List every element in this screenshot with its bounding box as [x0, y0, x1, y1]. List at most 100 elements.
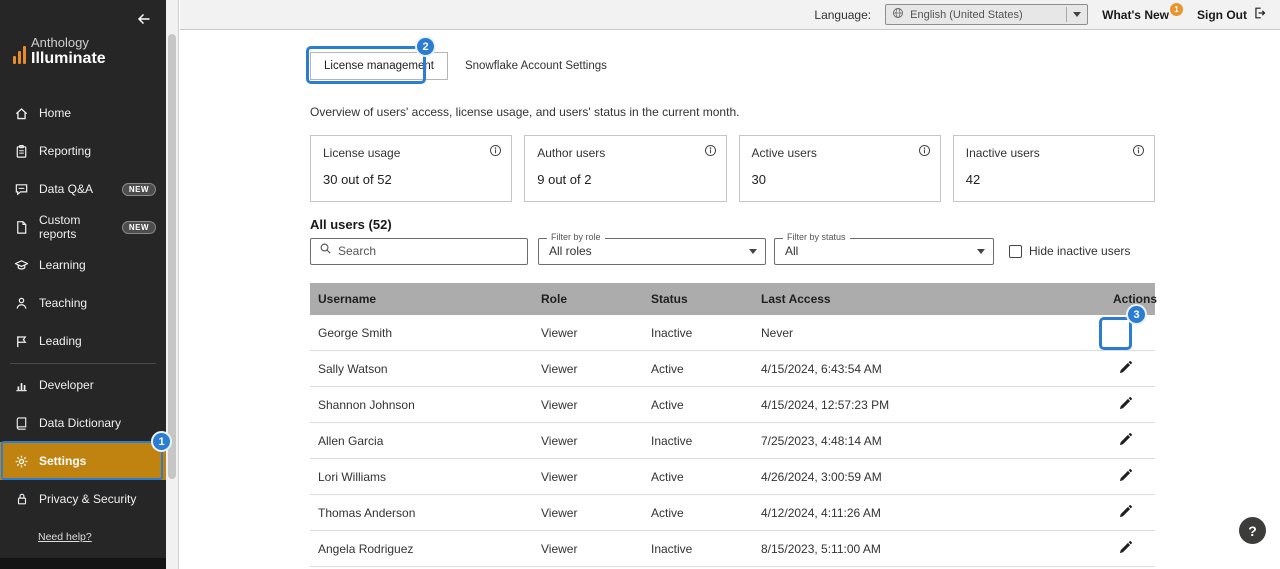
- sidebar-item-data-qa[interactable]: Data Q&A NEW: [0, 170, 166, 208]
- cell-status: Active: [651, 506, 761, 520]
- table-row: Sally Watson Viewer Active 4/15/2024, 6:…: [310, 351, 1155, 387]
- sidebar-item-custom-reports[interactable]: Custom reports NEW: [0, 208, 166, 246]
- help-button[interactable]: ?: [1239, 517, 1266, 544]
- page-description: Overview of users' access, license usage…: [310, 105, 1155, 120]
- card-value: 30 out of 52: [323, 172, 499, 187]
- header-username: Username: [318, 292, 541, 306]
- card-author-users: Author users 9 out of 2: [524, 135, 726, 202]
- sidebar-item-learning[interactable]: Learning: [0, 246, 166, 284]
- language-select[interactable]: English (United States): [885, 4, 1088, 25]
- sidebar: Anthology Illuminate Home Reporting Data…: [0, 0, 166, 569]
- hide-inactive-checkbox[interactable]: [1009, 245, 1022, 258]
- chevron-down-icon: [1073, 12, 1081, 17]
- cell-status: Active: [651, 398, 761, 412]
- pencil-icon: [1118, 504, 1133, 522]
- cell-username: Angela Rodriguez: [318, 542, 541, 556]
- edit-user-button[interactable]: [1113, 393, 1137, 417]
- brand-name: Anthology: [31, 36, 106, 50]
- cell-last-access: Never: [761, 326, 1113, 340]
- cell-role: Viewer: [541, 326, 651, 340]
- home-icon: [14, 106, 29, 121]
- pencil-icon: [1118, 396, 1133, 414]
- search-input[interactable]: [338, 244, 519, 258]
- hide-inactive-users-control: Hide inactive users: [1009, 244, 1130, 258]
- graduation-cap-icon: [14, 258, 29, 273]
- language-value: English (United States): [910, 9, 1060, 21]
- info-icon[interactable]: [704, 144, 717, 160]
- tab-snowflake-account-settings[interactable]: Snowflake Account Settings: [465, 60, 607, 72]
- users-table: Username Role Status Last Access Actions…: [310, 283, 1155, 567]
- sidebar-item-label: Leading: [39, 334, 82, 348]
- notification-badge: 1: [1170, 3, 1183, 16]
- card-license-usage: License usage 30 out of 52: [310, 135, 512, 202]
- edit-user-button[interactable]: [1113, 465, 1137, 489]
- sidebar-item-label: Data Q&A: [39, 182, 93, 196]
- sidebar-item-privacy-security[interactable]: Privacy & Security: [0, 480, 166, 518]
- info-icon[interactable]: [918, 144, 931, 160]
- document-icon: [14, 220, 29, 235]
- sidebar-item-teaching[interactable]: Teaching: [0, 284, 166, 322]
- cell-status: Active: [651, 362, 761, 376]
- need-help-link[interactable]: Need help?: [38, 531, 92, 543]
- separator: [1066, 7, 1067, 22]
- edit-user-button[interactable]: [1113, 357, 1137, 381]
- collapse-sidebar-button[interactable]: [134, 9, 154, 32]
- sidebar-item-reporting[interactable]: Reporting: [0, 132, 166, 170]
- cell-last-access: 7/25/2023, 4:48:14 AM: [761, 434, 1113, 448]
- cell-last-access: 4/15/2024, 12:57:23 PM: [761, 398, 1113, 412]
- main-content: License management Snowflake Account Set…: [180, 31, 1280, 569]
- cell-role: Viewer: [541, 470, 651, 484]
- card-inactive-users: Inactive users 42: [953, 135, 1155, 202]
- filter-by-status-select[interactable]: Filter by status All: [774, 238, 994, 265]
- info-icon[interactable]: [489, 144, 502, 160]
- filter-by-role-select[interactable]: Filter by role All roles: [538, 238, 766, 265]
- cell-username: Shannon Johnson: [318, 398, 541, 412]
- card-title: Active users: [752, 146, 928, 160]
- cell-role: Viewer: [541, 542, 651, 556]
- whats-new-button[interactable]: What's New 1: [1102, 8, 1183, 22]
- gear-icon: [14, 454, 29, 469]
- pencil-icon: [1118, 432, 1133, 450]
- edit-user-button[interactable]: [1113, 429, 1137, 453]
- scrollbar-thumb[interactable]: [168, 34, 176, 479]
- cell-username: Allen Garcia: [318, 434, 541, 448]
- cell-role: Viewer: [541, 398, 651, 412]
- sidebar-item-data-dictionary[interactable]: Data Dictionary: [0, 404, 166, 442]
- filter-role-value: All roles: [549, 244, 749, 258]
- hide-inactive-label: Hide inactive users: [1029, 244, 1130, 258]
- sidebar-item-developer[interactable]: Developer: [0, 366, 166, 404]
- sidebar-header: Anthology Illuminate: [0, 0, 166, 94]
- vertical-scrollbar[interactable]: [166, 0, 179, 569]
- anthology-logo-icon: [13, 46, 26, 68]
- new-badge: NEW: [122, 221, 156, 234]
- sidebar-bottom-strip: [0, 558, 166, 569]
- back-arrow-icon: [136, 15, 152, 30]
- table-row: Lori Williams Viewer Active 4/26/2024, 3…: [310, 459, 1155, 495]
- sidebar-item-leading[interactable]: Leading: [0, 322, 166, 360]
- header-last-access: Last Access: [761, 292, 1113, 306]
- sidebar-nav: Home Reporting Data Q&A NEW Custom repor…: [0, 94, 166, 518]
- pencil-icon: [1118, 324, 1133, 342]
- edit-user-button[interactable]: [1113, 501, 1137, 525]
- cell-status: Inactive: [651, 434, 761, 448]
- sidebar-item-home[interactable]: Home: [0, 94, 166, 132]
- card-value: 30: [752, 172, 928, 187]
- info-icon[interactable]: [1132, 144, 1145, 160]
- sidebar-item-label: Developer: [39, 378, 94, 392]
- cell-role: Viewer: [541, 506, 651, 520]
- sidebar-item-label: Settings: [39, 454, 86, 468]
- cell-username: Lori Williams: [318, 470, 541, 484]
- cell-last-access: 4/26/2024, 3:00:59 AM: [761, 470, 1113, 484]
- sidebar-item-settings[interactable]: Settings: [0, 442, 166, 480]
- cell-status: Active: [651, 470, 761, 484]
- edit-user-button[interactable]: [1113, 537, 1137, 561]
- cell-role: Viewer: [541, 362, 651, 376]
- sign-out-label: Sign Out: [1197, 8, 1247, 22]
- tabs: License management Snowflake Account Set…: [310, 52, 1155, 80]
- sign-out-button[interactable]: Sign Out: [1197, 6, 1266, 23]
- cell-status: Inactive: [651, 326, 761, 340]
- header-status: Status: [651, 292, 761, 306]
- all-users-heading: All users (52): [310, 217, 1155, 233]
- flag-icon: [14, 334, 29, 349]
- pencil-icon: [1118, 540, 1133, 558]
